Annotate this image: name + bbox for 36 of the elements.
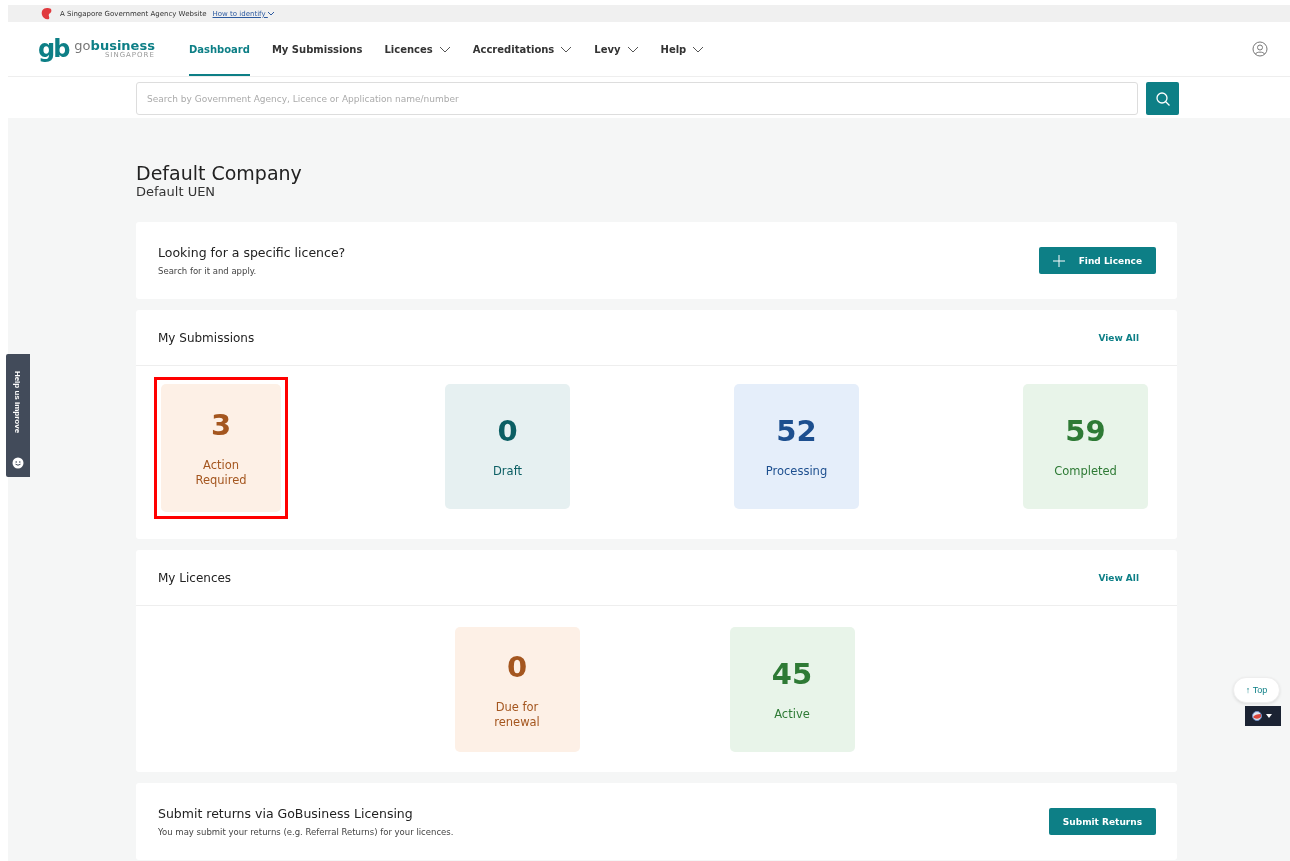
- user-account-icon[interactable]: [1252, 41, 1268, 57]
- plus-icon: [1052, 254, 1065, 267]
- nav-tab[interactable]: Dashboard: [188, 22, 250, 76]
- status-tile[interactable]: 0 Due for renewal: [454, 627, 580, 752]
- section-title: My Submissions: [158, 330, 255, 345]
- nav-tab[interactable]: My Submissions: [271, 22, 363, 76]
- status-tile[interactable]: 52 Processing: [734, 384, 859, 509]
- nav-tab[interactable]: Help: [660, 22, 705, 76]
- view-all-link[interactable]: View All: [1098, 332, 1139, 343]
- card-subtitle: You may submit your returns (e.g. Referral Returns) for your licences.: [158, 827, 454, 837]
- status-tile[interactable]: 0 Draft: [445, 384, 570, 509]
- search-icon: [1154, 90, 1171, 107]
- chevron-down-icon: [267, 11, 274, 16]
- find-licence-button[interactable]: Find Licence: [1038, 247, 1156, 274]
- smiley-icon: [12, 457, 24, 469]
- status-tile[interactable]: 45 Active: [729, 627, 855, 752]
- status-tile[interactable]: 3 Action Required: [161, 384, 281, 512]
- search-button[interactable]: [1146, 82, 1179, 115]
- section-title: My Licences: [158, 570, 232, 585]
- view-all-link[interactable]: View All: [1098, 572, 1139, 583]
- company-name: Default Company: [136, 162, 303, 184]
- nav-tab[interactable]: Licences: [384, 22, 451, 76]
- nav-tab[interactable]: Accreditations: [472, 22, 573, 76]
- globe-icon: [1252, 711, 1274, 721]
- logo-mark: gb: [38, 35, 69, 63]
- card-subtitle: Search for it and apply.: [158, 266, 258, 276]
- company-uen: Default UEN: [136, 184, 217, 199]
- feedback-tab[interactable]: Help us improve: [6, 354, 30, 477]
- language-picker[interactable]: [1245, 706, 1281, 726]
- submit-returns-button[interactable]: Submit Returns: [1048, 808, 1156, 835]
- nav-tab[interactable]: Levy: [594, 22, 639, 76]
- status-tile[interactable]: 59 Completed: [1023, 384, 1148, 509]
- search-field[interactable]: Search by Government Agency, Licence or Application name/number: [136, 82, 1138, 115]
- card-title: Looking for a specific licence?: [158, 245, 346, 260]
- card-title: Submit returns via GoBusiness Licensing: [158, 806, 414, 821]
- logo-name: gobusiness: [74, 39, 155, 52]
